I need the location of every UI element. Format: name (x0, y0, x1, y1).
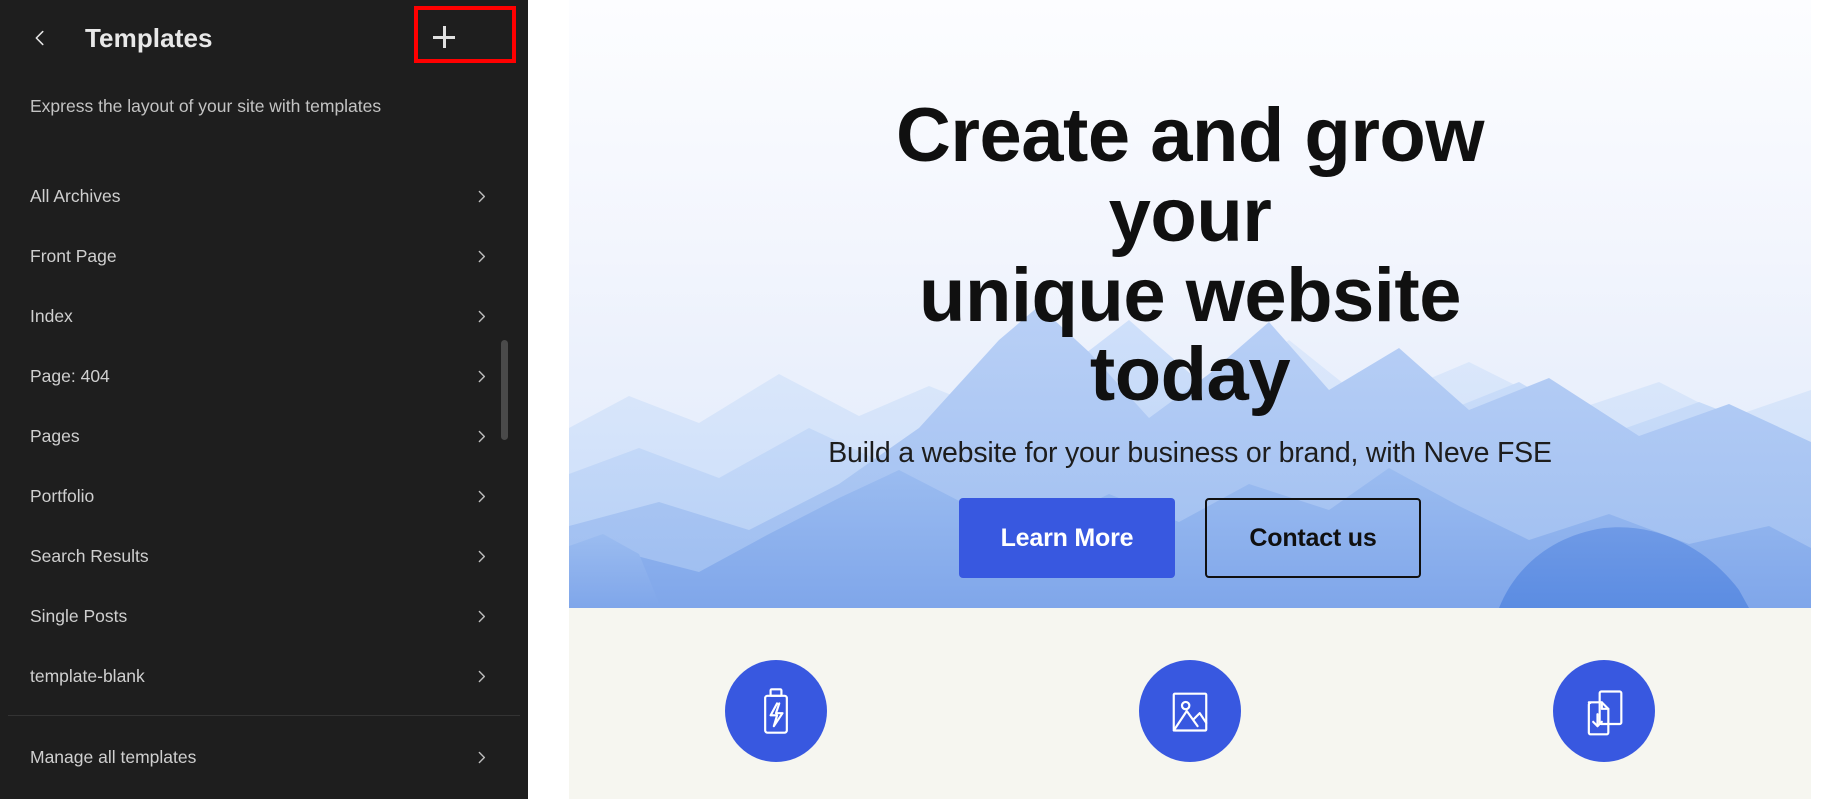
sidebar-item-label: Search Results (30, 546, 149, 566)
image-icon[interactable] (1139, 660, 1241, 762)
hero-title: Create and grow your unique website today (820, 96, 1560, 415)
sidebar-item-search-results[interactable]: Search Results (0, 527, 528, 587)
sidebar-item-all-archives[interactable]: All Archives (0, 167, 528, 227)
chevron-right-icon (473, 668, 490, 685)
sidebar-item-page-404[interactable]: Page: 404 (0, 347, 528, 407)
sidebar-item-label: All Archives (30, 186, 121, 206)
chevron-right-icon (473, 308, 490, 325)
chevron-right-icon (473, 548, 490, 565)
sidebar-description: Express the layout of your site with tem… (30, 96, 382, 116)
add-template-button[interactable] (398, 8, 490, 66)
feature-column-1 (569, 660, 983, 762)
chevron-right-icon (473, 368, 490, 385)
feature-column-2 (983, 660, 1397, 762)
sidebar-item-label: Index (30, 306, 73, 326)
sidebar-item-index[interactable]: Index (0, 287, 528, 347)
sidebar-item-label: Page: 404 (30, 366, 110, 386)
hero-content: Create and grow your unique website today… (569, 0, 1811, 579)
sidebar-divider (8, 714, 520, 716)
battery-charging-icon[interactable] (725, 660, 827, 762)
template-list: All Archives Front Page Index Page: 404 (0, 167, 528, 788)
chevron-right-icon (473, 749, 490, 766)
hero-title-line-1: Create and grow your (896, 93, 1484, 258)
document-download-icon[interactable] (1553, 660, 1655, 762)
plus-icon (432, 25, 456, 49)
contact-us-button[interactable]: Contact us (1205, 498, 1421, 579)
hero-title-line-2: unique website today (919, 252, 1461, 418)
sidebar-item-single-posts[interactable]: Single Posts (0, 587, 528, 647)
sidebar-item-portfolio[interactable]: Portfolio (0, 467, 528, 527)
templates-sidebar: Templates Express the layout of your sit… (0, 0, 528, 799)
chevron-right-icon (473, 428, 490, 445)
sidebar-item-label: template-blank (30, 666, 145, 686)
page-title: Templates (85, 22, 213, 53)
chevron-left-icon (29, 27, 51, 49)
sidebar-item-template-blank[interactable]: template-blank (0, 647, 528, 707)
hero-button-group: Learn More Contact us (569, 498, 1811, 579)
chevron-right-icon (473, 248, 490, 265)
hero-section: Create and grow your unique website today… (569, 0, 1811, 608)
template-editor-screen: Templates Express the layout of your sit… (0, 0, 1833, 799)
site-preview-canvas: Create and grow your unique website today… (528, 0, 1833, 799)
sidebar-item-label: Portfolio (30, 486, 95, 506)
sidebar-item-label: Pages (30, 426, 80, 446)
sidebar-header: Templates (0, 0, 528, 76)
site-frame[interactable]: Create and grow your unique website today… (569, 0, 1811, 799)
sidebar-item-label: Manage all templates (30, 747, 197, 767)
learn-more-button[interactable]: Learn More (959, 498, 1175, 579)
chevron-right-icon (473, 608, 490, 625)
hero-subtitle: Build a website for your business or bra… (828, 437, 1552, 470)
sidebar-item-front-page[interactable]: Front Page (0, 227, 528, 287)
chevron-right-icon (473, 488, 490, 505)
features-section (569, 608, 1811, 799)
sidebar-item-manage-all-templates[interactable]: Manage all templates (0, 728, 528, 788)
sidebar-scrollbar-thumb[interactable] (501, 340, 508, 440)
chevron-right-icon (473, 188, 490, 205)
back-button[interactable] (18, 16, 62, 60)
sidebar-item-label: Front Page (30, 246, 117, 266)
sidebar-item-label: Single Posts (30, 606, 128, 626)
sidebar-item-pages[interactable]: Pages (0, 407, 528, 467)
feature-column-3 (1397, 660, 1811, 762)
